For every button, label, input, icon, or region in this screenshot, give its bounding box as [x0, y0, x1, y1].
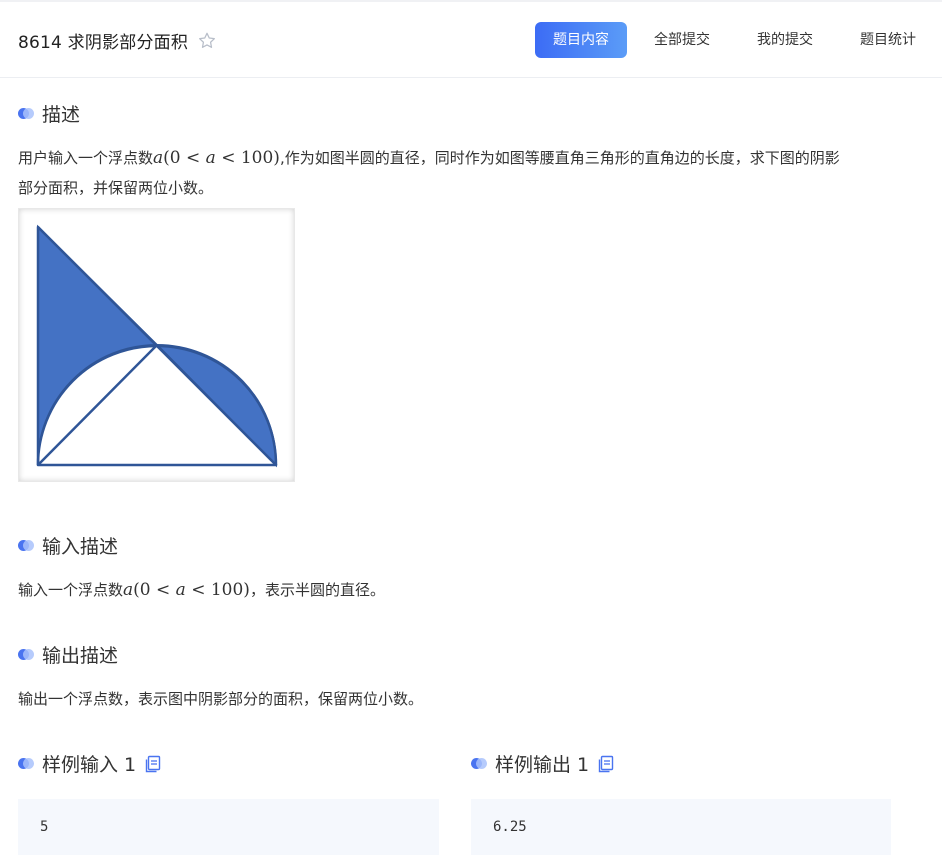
- input-desc-text-b: ，表示半圆的直径。: [249, 581, 385, 599]
- input-desc-heading-text: 输入描述: [42, 536, 119, 558]
- tab-problem-stats[interactable]: 题目统计: [840, 22, 942, 58]
- tab-all-submissions[interactable]: 全部提交: [634, 22, 730, 58]
- problem-tabs: 题目内容 全部提交 我的提交 题目统计: [528, 22, 942, 58]
- output-desc-heading-text: 输出描述: [42, 645, 119, 667]
- upper-shaded-region: [36, 224, 160, 466]
- star-outline-icon[interactable]: [197, 31, 217, 51]
- output-desc-heading: 输出描述: [18, 641, 118, 668]
- shaded-area-figure: [18, 208, 295, 482]
- double-dot-icon: [18, 540, 34, 551]
- description-line-1: 用户输入一个浮点数a(0 < a < 100),作为如图半圆的直径，同时作为如图…: [18, 143, 923, 173]
- description-text-b: ,作为如图半圆的直径，同时作为如图等腰直角三角形的直角边的长度，求下图的阴影: [279, 149, 840, 167]
- input-desc-heading: 输入描述: [18, 532, 118, 559]
- input-desc-math-var: a: [123, 580, 134, 600]
- description-heading: 描述: [18, 100, 80, 127]
- input-desc-math-open: (0 <: [133, 580, 176, 600]
- sample-output-box[interactable]: 6.25: [471, 799, 891, 855]
- input-desc-text-a: 输入一个浮点数: [18, 581, 124, 599]
- sample-input-box[interactable]: 5: [18, 799, 439, 855]
- description-math-close: < 100): [215, 148, 280, 168]
- sample-output-heading-text: 样例输出 1: [495, 754, 590, 776]
- description-line-2: 部分面积，并保留两位小数。: [18, 179, 214, 197]
- double-dot-icon: [18, 758, 34, 769]
- tab-my-submissions[interactable]: 我的提交: [737, 22, 833, 58]
- title-wrap: 8614 求阴影部分面积: [18, 28, 217, 53]
- figure-svg: [36, 224, 278, 468]
- sample-input-heading: 样例输入 1: [18, 750, 162, 777]
- input-desc-math-var-2: a: [175, 580, 186, 600]
- description-text-a: 用户输入一个浮点数: [18, 149, 154, 167]
- input-desc-text: 输入一个浮点数a(0 < a < 100)，表示半圆的直径。: [18, 575, 385, 605]
- double-dot-icon: [471, 758, 487, 769]
- double-dot-icon: [18, 649, 34, 660]
- input-desc-math-close: < 100): [185, 580, 250, 600]
- input-desc-math: a(0 < a < 100): [123, 580, 250, 600]
- copy-icon[interactable]: [144, 755, 162, 773]
- description-math-var: a: [153, 148, 164, 168]
- problem-header: 8614 求阴影部分面积 题目内容 全部提交 我的提交 题目统计: [0, 2, 942, 78]
- description-math: a(0 < a < 100): [153, 148, 280, 168]
- copy-icon[interactable]: [597, 755, 615, 773]
- description-math-open: (0 <: [163, 148, 206, 168]
- description-math-var-2: a: [205, 148, 216, 168]
- output-desc-text: 输出一个浮点数，表示图中阴影部分的面积，保留两位小数。: [18, 690, 424, 708]
- sample-output-heading: 样例输出 1: [471, 750, 615, 777]
- double-dot-icon: [18, 108, 34, 119]
- description-text: 用户输入一个浮点数a(0 < a < 100),作为如图半圆的直径，同时作为如图…: [18, 143, 923, 203]
- sample-input-heading-text: 样例输入 1: [42, 754, 137, 776]
- description-heading-text: 描述: [42, 104, 81, 126]
- problem-title: 8614 求阴影部分面积: [18, 33, 189, 53]
- tab-problem-content[interactable]: 题目内容: [535, 22, 627, 58]
